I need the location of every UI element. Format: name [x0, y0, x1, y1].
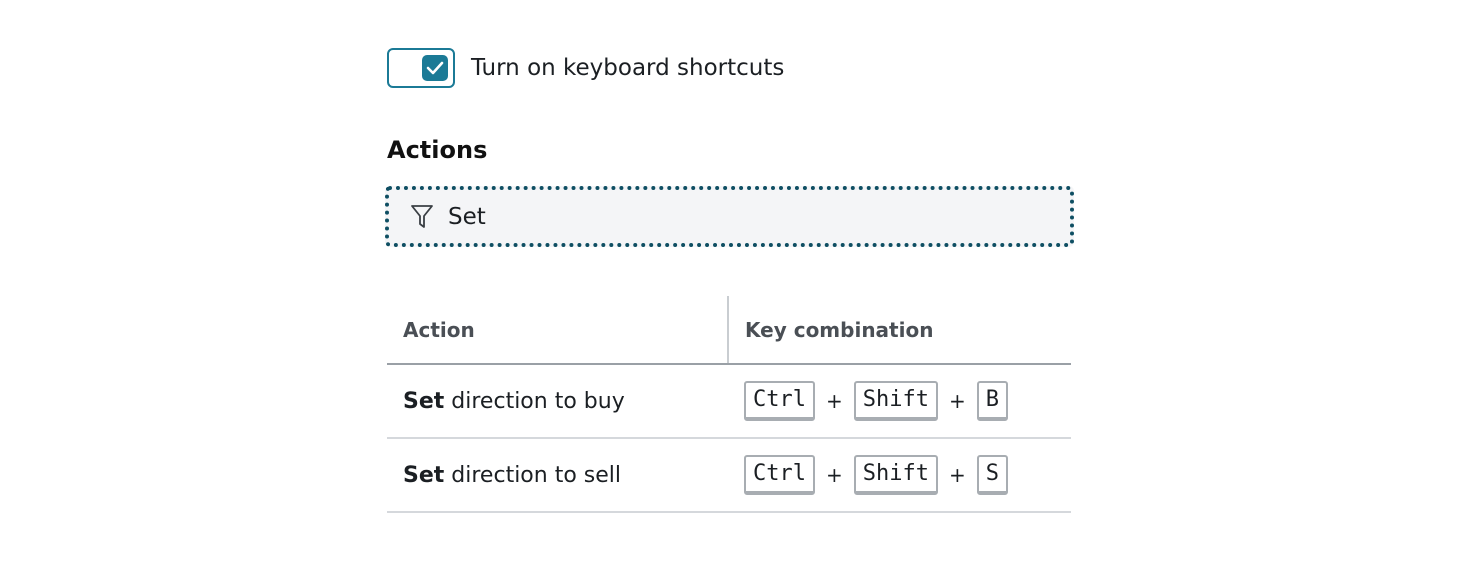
keyboard-shortcuts-toggle-row: Turn on keyboard shortcuts: [387, 48, 784, 88]
action-cell: Set direction to sell: [387, 438, 728, 513]
table-row: Set direction to buy Ctrl + Shift + B: [387, 364, 1071, 439]
column-header-action[interactable]: Action: [387, 296, 729, 365]
action-verb: Set: [403, 462, 445, 488]
key-combination-cell: Ctrl + Shift + B: [728, 364, 1071, 439]
toggle-knob: [422, 55, 448, 81]
action-description: direction to buy: [451, 388, 625, 414]
key-combination-cell: Ctrl + Shift + S: [728, 438, 1071, 513]
key-ctrl: Ctrl: [744, 381, 815, 421]
key-b: B: [976, 381, 1008, 421]
action-verb: Set: [403, 388, 445, 414]
table-header-row: Action Key combination: [387, 296, 1071, 365]
checkmark-icon: [426, 61, 444, 75]
key-s: S: [976, 455, 1008, 495]
key-separator: +: [948, 463, 966, 487]
filter-input[interactable]: [448, 203, 1008, 230]
key-combination: Ctrl + Shift + S: [744, 455, 1071, 495]
key-combination: Ctrl + Shift + B: [744, 381, 1071, 421]
toggle-label: Turn on keyboard shortcuts: [471, 55, 785, 81]
key-shift: Shift: [853, 455, 938, 495]
key-shift: Shift: [853, 381, 938, 421]
key-separator: +: [948, 389, 966, 413]
action-description: direction to sell: [451, 462, 622, 488]
key-separator: +: [825, 463, 843, 487]
key-separator: +: [825, 389, 843, 413]
key-ctrl: Ctrl: [744, 455, 815, 495]
shortcut-table: Action Key combination Set direction to …: [387, 296, 1071, 513]
filter-icon: [410, 204, 434, 230]
column-header-key-combination[interactable]: Key combination: [728, 296, 1071, 365]
actions-heading: Actions: [387, 136, 488, 164]
table-row: Set direction to sell Ctrl + Shift + S: [387, 438, 1071, 513]
action-filter[interactable]: [385, 186, 1074, 247]
keyboard-shortcuts-toggle[interactable]: [387, 48, 455, 88]
action-cell: Set direction to buy: [387, 364, 728, 439]
